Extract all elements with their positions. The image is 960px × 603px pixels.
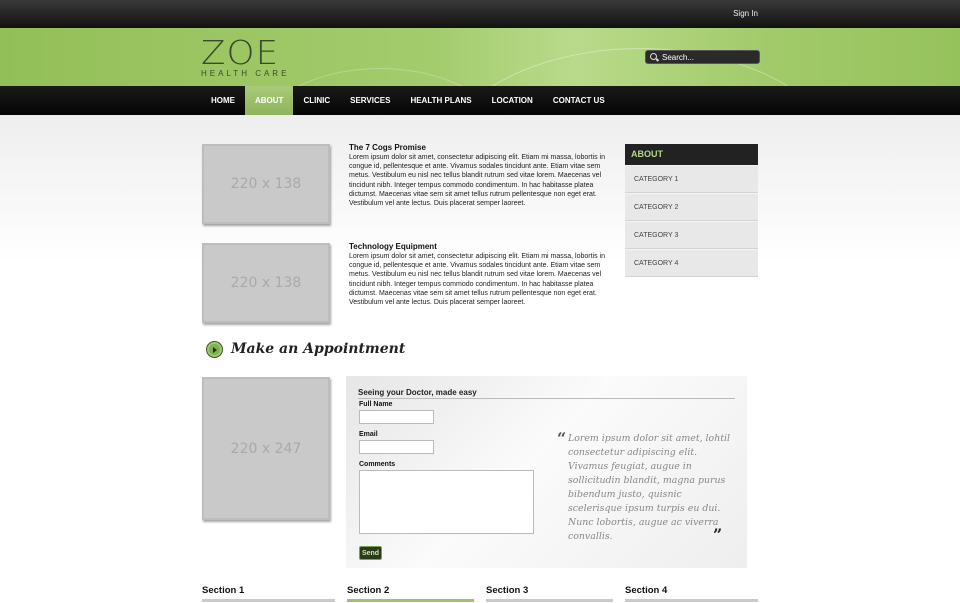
header-banner xyxy=(0,28,960,86)
quote-open-mark: “ xyxy=(557,429,567,448)
nav-item-home[interactable]: HOME xyxy=(201,86,245,115)
section-underline xyxy=(486,599,613,602)
logo[interactable]: ZOE HEALTH CARE xyxy=(201,36,289,78)
nav-item-clinic[interactable]: CLINIC xyxy=(293,86,340,115)
section-title: Section 4 xyxy=(625,585,668,596)
section-tab-4[interactable]: Section 4 xyxy=(625,585,758,602)
main-nav: HOME ABOUT CLINIC SERVICES HEALTH PLANS … xyxy=(0,86,960,115)
article-title[interactable]: The 7 Cogs Promise xyxy=(349,143,611,152)
section-title: Section 2 xyxy=(347,585,390,596)
appointment-heading: Make an Appointment xyxy=(207,341,405,357)
send-button[interactable]: Send xyxy=(359,546,382,560)
sign-in-link[interactable]: Sign In xyxy=(733,9,758,18)
sidebar-item-category-1[interactable]: CATEGORY 1 xyxy=(625,165,758,193)
full-name-label: Full Name xyxy=(359,401,393,408)
search-input[interactable] xyxy=(662,52,757,62)
sidebar-heading: ABOUT xyxy=(625,144,758,165)
email-field[interactable] xyxy=(359,440,434,454)
comments-textarea[interactable] xyxy=(359,470,534,534)
appointment-image-placeholder: 220 x 247 xyxy=(202,377,330,520)
comments-label: Comments xyxy=(359,461,396,468)
section-title: Section 1 xyxy=(202,585,245,596)
article: Technology Equipment Lorem ipsum dolor s… xyxy=(349,242,611,307)
article-image-placeholder: 220 x 138 xyxy=(202,144,330,224)
sidebar-item-category-4[interactable]: CATEGORY 4 xyxy=(625,249,758,277)
full-name-field[interactable] xyxy=(359,410,434,424)
arrow-right-icon xyxy=(207,341,222,357)
section-tab-2[interactable]: Section 2 xyxy=(347,585,474,602)
section-underline xyxy=(202,599,335,602)
sidebar: ABOUT CATEGORY 1 CATEGORY 2 CATEGORY 3 C… xyxy=(625,144,758,277)
sidebar-item-category-3[interactable]: CATEGORY 3 xyxy=(625,221,758,249)
section-tab-1[interactable]: Section 1 xyxy=(202,585,335,602)
nav-item-health-plans[interactable]: HEALTH PLANS xyxy=(400,86,481,115)
search-icon xyxy=(650,52,659,62)
section-tab-3[interactable]: Section 3 xyxy=(486,585,613,602)
nav-item-about[interactable]: ABOUT xyxy=(245,86,294,115)
search-box[interactable] xyxy=(645,50,760,64)
decorative-arc xyxy=(430,48,850,86)
quote-close-mark: ” xyxy=(713,525,723,544)
testimonial-quote: Lorem ipsum dolor sit amet, lohtil conse… xyxy=(568,433,730,542)
article: The 7 Cogs Promise Lorem ipsum dolor sit… xyxy=(349,143,611,208)
article-body: Lorem ipsum dolor sit amet, consectetur … xyxy=(349,154,605,208)
nav-item-contact-us[interactable]: CONTACT US xyxy=(543,86,615,115)
article-title[interactable]: Technology Equipment xyxy=(349,242,611,251)
article-body: Lorem ipsum dolor sit amet, consectetur … xyxy=(349,253,605,307)
sidebar-item-category-2[interactable]: CATEGORY 2 xyxy=(625,193,758,221)
section-underline xyxy=(625,599,758,602)
appointment-title: Make an Appointment xyxy=(231,341,406,357)
nav-item-services[interactable]: SERVICES xyxy=(340,86,400,115)
email-label: Email xyxy=(359,431,378,438)
logo-wordmark: ZOE xyxy=(201,33,280,72)
section-title: Section 3 xyxy=(486,585,529,596)
nav-item-location[interactable]: LOCATION xyxy=(482,86,543,115)
section-underline xyxy=(347,599,474,602)
article-image-placeholder: 220 x 138 xyxy=(202,243,330,323)
top-bar: Sign In xyxy=(0,0,960,28)
form-title: Seeing your Doctor, made easy xyxy=(358,388,735,399)
